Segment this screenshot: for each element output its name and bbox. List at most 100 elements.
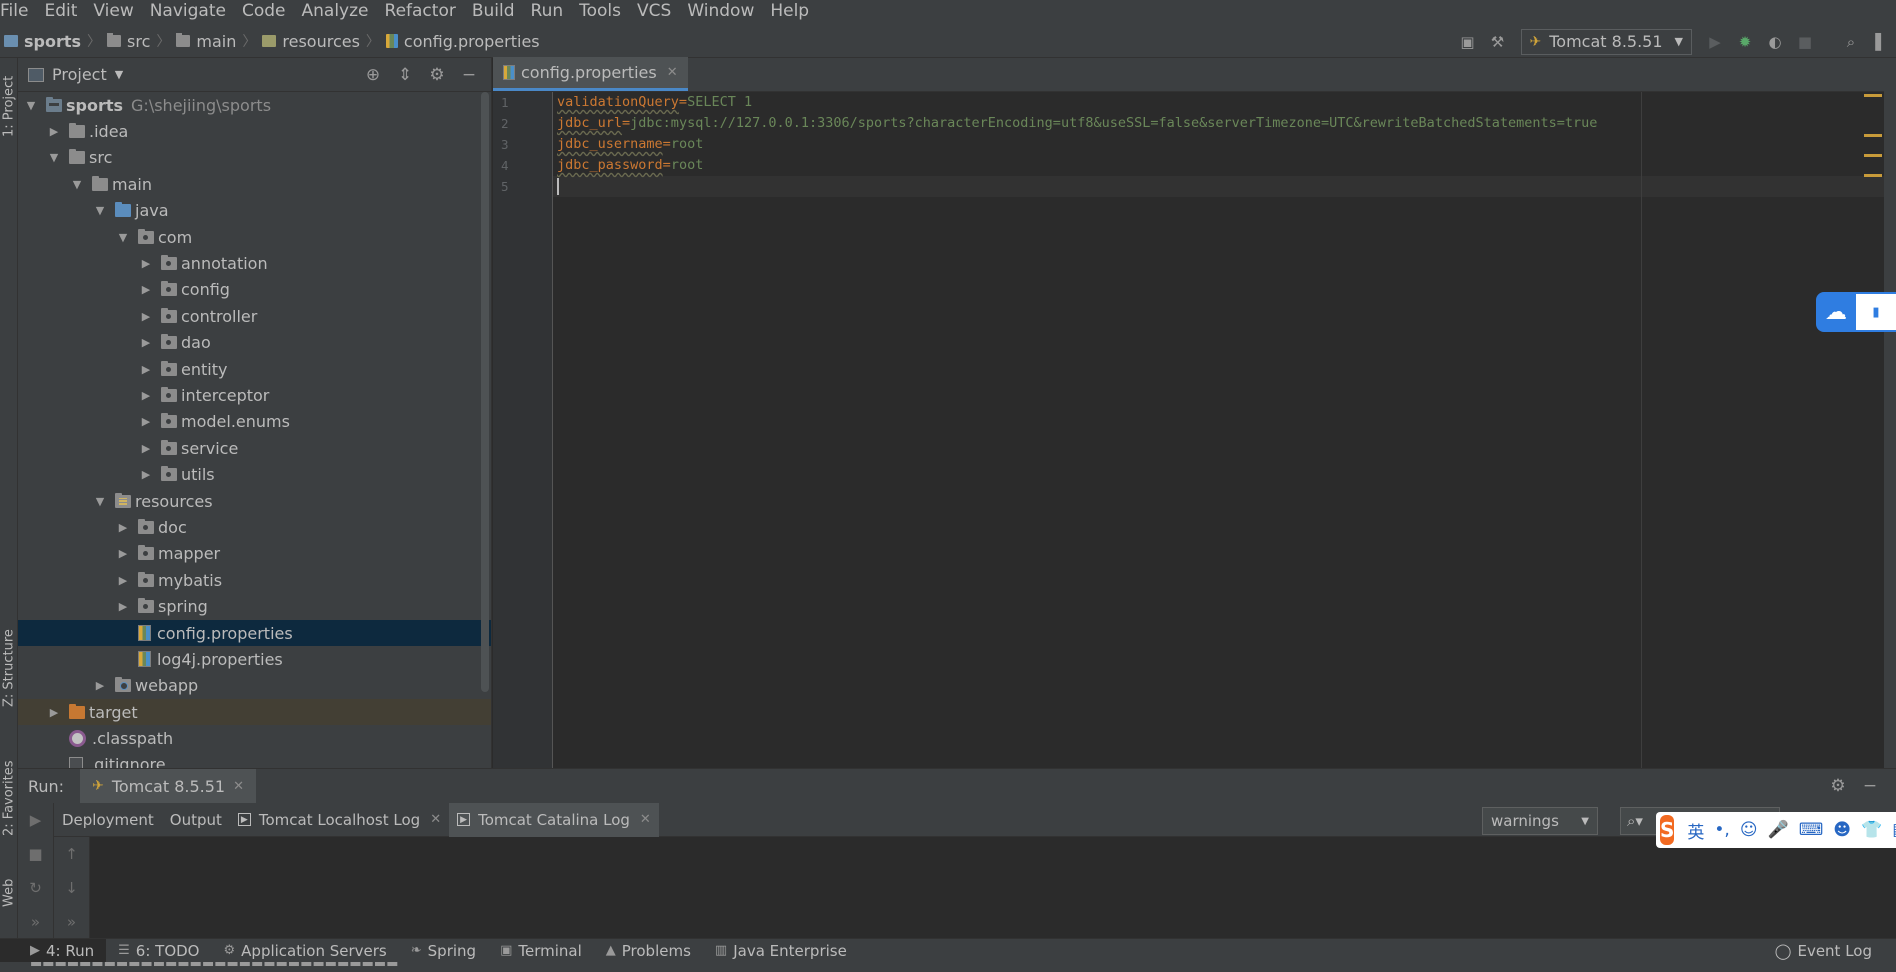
tree-item-dao[interactable]: ▶ dao <box>18 330 491 356</box>
baidu-netdisk-widget[interactable]: ☁ ▮ <box>1816 292 1896 332</box>
gear-icon[interactable]: ⚙ <box>421 65 453 85</box>
menu-tools[interactable]: Tools <box>571 0 629 25</box>
code-area[interactable]: validationQuery=SELECT 1 jdbc_url=jdbc:my… <box>553 92 1896 768</box>
emoji-icon[interactable]: ☺ <box>1740 820 1758 840</box>
build-hammer-icon[interactable]: ⚒ <box>1485 29 1511 55</box>
menu-file[interactable]: File <box>0 0 36 25</box>
tab-web[interactable]: Web <box>0 868 18 918</box>
run-config-tab[interactable]: ✈ Tomcat 8.5.51 ✕ <box>80 769 256 803</box>
tree-item-controller[interactable]: ▶ controller <box>18 303 491 329</box>
chevron-right-icon[interactable]: ▶ <box>139 415 153 428</box>
breadcrumb-src[interactable]: src <box>103 25 154 58</box>
bottom-tab-spring[interactable]: ❧ Spring <box>399 939 488 963</box>
gear-icon[interactable]: ⚙ <box>1822 776 1854 796</box>
keyboard-icon[interactable]: ⌨ <box>1799 820 1824 840</box>
menu-edit[interactable]: Edit <box>36 0 85 25</box>
grid-icon[interactable]: ▦ <box>1892 820 1896 840</box>
tab-structure[interactable]: Z: Structure <box>0 618 18 718</box>
tree-item-log4j-properties[interactable]: log4j.properties <box>18 646 491 672</box>
restart-icon[interactable]: ↻ <box>18 871 53 905</box>
tree-item-classpath[interactable]: .classpath <box>18 725 491 751</box>
bottom-tab-terminal[interactable]: ▣ Terminal <box>488 939 594 963</box>
tree-item-annotation[interactable]: ▶ annotation <box>18 250 491 276</box>
menu-window[interactable]: Window <box>679 0 762 25</box>
code-line[interactable]: jdbc_password=root <box>553 155 1896 176</box>
tree-item-java[interactable]: ▼ java <box>18 198 491 224</box>
tree-item-idea[interactable]: ▶ .idea <box>18 118 491 144</box>
menu-view[interactable]: View <box>85 0 141 25</box>
error-stripe-marker[interactable] <box>1864 154 1882 157</box>
bottom-tab-problems[interactable]: ▲ Problems <box>594 939 703 963</box>
tree-item-resources[interactable]: ▼ resources <box>18 488 491 514</box>
tab-config-properties[interactable]: config.properties ✕ <box>493 57 688 91</box>
close-icon[interactable]: ✕ <box>233 779 244 794</box>
locate-icon[interactable]: ⊕ <box>357 65 389 85</box>
menu-run[interactable]: Run <box>523 0 572 25</box>
chevron-down-icon[interactable]: ▼ <box>24 99 38 112</box>
tab-tomcat-localhost-log[interactable]: ▶ Tomcat Localhost Log ✕ <box>230 803 449 837</box>
tree-item-target[interactable]: ▶ target <box>18 698 491 726</box>
skin-icon[interactable]: 👕 <box>1861 820 1882 840</box>
chevron-right-icon[interactable]: ▶ <box>47 125 61 138</box>
coverage-icon[interactable]: ◐ <box>1762 29 1788 55</box>
menu-vcs[interactable]: VCS <box>629 0 679 25</box>
arrow-up-icon[interactable]: ↑ <box>54 837 89 871</box>
arrow-down-icon[interactable]: ↓ <box>54 871 89 905</box>
event-log-button[interactable]: ◯ Event Log <box>1775 939 1872 963</box>
tree-item-mapper[interactable]: ▶ mapper <box>18 541 491 567</box>
ime-language-toggle[interactable]: 英 <box>1687 818 1704 843</box>
tree-item-webapp[interactable]: ▶ webapp <box>18 673 491 699</box>
tree-item-doc[interactable]: ▶ doc <box>18 514 491 540</box>
chevron-right-icon[interactable]: ▶ <box>139 389 153 402</box>
code-line[interactable]: validationQuery=SELECT 1 <box>553 92 1896 113</box>
tree-item-gitignore[interactable]: .gitignore <box>18 752 491 768</box>
breadcrumb-resources[interactable]: resources <box>258 25 364 58</box>
menu-analyze[interactable]: Analyze <box>294 0 377 25</box>
minimize-icon[interactable]: − <box>453 65 485 85</box>
stop-icon[interactable]: ■ <box>18 837 53 871</box>
close-icon[interactable]: ✕ <box>667 65 678 80</box>
bottom-tab-4-run[interactable]: ▶ 4: Run <box>0 938 107 963</box>
tree-item-service[interactable]: ▶ service <box>18 435 491 461</box>
chevron-down-icon[interactable]: ▼ <box>115 68 123 81</box>
chevron-right-icon[interactable]: ▶ <box>116 600 130 613</box>
chevron-right-icon[interactable]: ▶ <box>47 706 61 719</box>
chevron-right-icon[interactable]: ▶ <box>139 363 153 376</box>
tree-item-src[interactable]: ▼ src <box>18 145 491 171</box>
tree-item-config-properties[interactable]: config.properties <box>18 619 491 647</box>
breadcrumb-sports[interactable]: sports <box>0 25 85 58</box>
menu-code[interactable]: Code <box>234 0 294 25</box>
chevron-right-icon[interactable]: ▶ <box>139 442 153 455</box>
error-stripe-marker[interactable] <box>1864 94 1882 97</box>
tree-item-mybatis[interactable]: ▶ mybatis <box>18 567 491 593</box>
tree-item-com[interactable]: ▼ com <box>18 224 491 250</box>
more-icon[interactable]: ▌ <box>1868 29 1894 55</box>
project-scrollbar[interactable] <box>481 92 489 692</box>
microphone-icon[interactable]: 🎤 <box>1768 820 1789 840</box>
chevron-right-icon[interactable]: ▶ <box>116 521 130 534</box>
breadcrumb-main[interactable]: main <box>172 25 240 58</box>
menu-refactor[interactable]: Refactor <box>377 0 464 25</box>
rerun-icon[interactable]: ▶ <box>18 803 53 837</box>
tab-project[interactable]: 1: Project <box>0 66 18 146</box>
tree-item-sports[interactable]: ▼ sports G:\shejiing\sports <box>18 92 491 118</box>
tab-deployment[interactable]: Deployment <box>54 803 162 837</box>
chevron-right-icon[interactable]: ▶ <box>116 547 130 560</box>
stop-icon[interactable]: ■ <box>1792 29 1818 55</box>
run-icon[interactable]: ▶ <box>1702 29 1728 55</box>
user-icon[interactable]: ☻ <box>1833 820 1851 840</box>
sogou-logo[interactable]: S <box>1660 815 1675 845</box>
menu-help[interactable]: Help <box>762 0 817 25</box>
tree-item-spring[interactable]: ▶ spring <box>18 593 491 619</box>
chevron-right-icon[interactable]: ▶ <box>139 336 153 349</box>
tab-tomcat-catalina-log[interactable]: ▶ Tomcat Catalina Log ✕ <box>449 802 659 837</box>
project-view-select[interactable]: Project <box>52 65 107 84</box>
tree-item-model-enums[interactable]: ▶ model.enums <box>18 409 491 435</box>
code-line[interactable]: jdbc_url=jdbc:mysql://127.0.0.1:3306/spo… <box>553 113 1896 134</box>
close-icon[interactable]: ✕ <box>640 812 651 827</box>
code-line[interactable]: jdbc_username=root <box>553 134 1896 155</box>
console-output[interactable] <box>90 837 1896 939</box>
chevron-right-icon[interactable]: ▶ <box>139 468 153 481</box>
log-level-select[interactable]: warnings ▼ <box>1482 807 1598 835</box>
more-icon[interactable]: » <box>54 905 89 939</box>
